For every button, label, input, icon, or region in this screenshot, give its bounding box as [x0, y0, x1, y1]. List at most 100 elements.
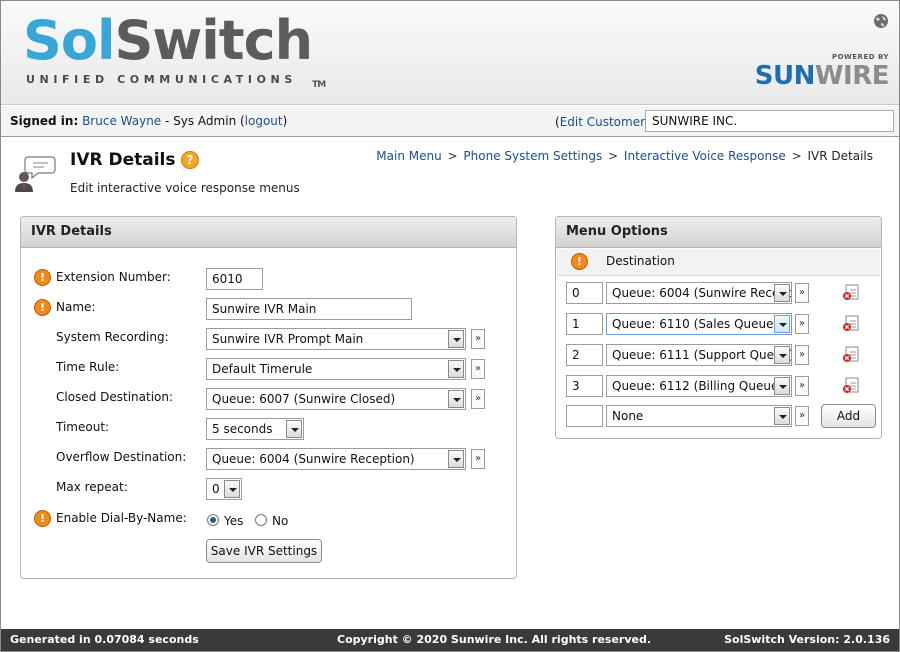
time-rule-select[interactable]: Default Timerule	[206, 358, 466, 380]
timeout-select[interactable]: 5 seconds	[206, 418, 304, 440]
extension-info-icon[interactable]: !	[34, 269, 51, 286]
add-option-button[interactable]: Add	[821, 404, 876, 428]
menu-key-input[interactable]: 2	[566, 344, 603, 366]
time-rule-goto-button[interactable]: »	[471, 359, 485, 379]
save-ivr-settings-button[interactable]: Save IVR Settings	[206, 539, 322, 563]
logo-sol: Sol	[23, 9, 115, 72]
sunwire-logo: SUNWIRE	[754, 61, 890, 91]
extension-input[interactable]: 6010	[206, 268, 263, 290]
breadcrumb: Main Menu > Phone System Settings > Inte…	[376, 149, 873, 163]
name-info-icon[interactable]: !	[34, 299, 51, 316]
menu-destination-select[interactable]: Queue: 6111 (Support Queue)	[606, 344, 792, 366]
ivr-details-panel: IVR Details ! Extension Number: 6010 ! N…	[20, 216, 517, 579]
logo-tm: TM	[312, 80, 326, 90]
system-recording-select[interactable]: Sunwire IVR Prompt Main	[206, 328, 466, 350]
delete-option-icon[interactable]	[842, 283, 860, 301]
new-menu-destination-select[interactable]: None	[606, 405, 792, 427]
chevron-down-icon[interactable]	[448, 390, 464, 408]
destination-info-icon[interactable]: !	[571, 253, 588, 270]
menu-destination-goto-button[interactable]: »	[795, 376, 809, 396]
overflow-destination-goto-button[interactable]: »	[471, 449, 485, 469]
page-title: IVR Details	[70, 150, 176, 170]
system-recording-label: System Recording:	[56, 330, 169, 344]
menu-destination-goto-button[interactable]: »	[795, 283, 809, 303]
menu-key-input[interactable]: 0	[566, 282, 603, 304]
chevron-down-icon[interactable]	[448, 360, 464, 378]
system-recording-goto-button[interactable]: »	[471, 329, 485, 349]
signed-in-label: Signed in:	[10, 114, 79, 128]
menu-destination-value: Queue: 6112 (Billing Queue)	[612, 379, 784, 393]
chevron-down-icon[interactable]	[286, 420, 302, 438]
chevron-down-icon[interactable]	[448, 450, 464, 468]
breadcrumb-interactive-voice-response[interactable]: Interactive Voice Response	[624, 149, 786, 163]
globe-icon[interactable]	[873, 13, 889, 29]
menu-destination-select[interactable]: Queue: 6004 (Sunwire Reception)	[606, 282, 792, 304]
chevron-down-icon[interactable]	[448, 330, 464, 348]
menu-destination-select[interactable]: Queue: 6110 (Sales Queue)	[606, 313, 792, 335]
name-input[interactable]: Sunwire IVR Main	[206, 298, 412, 320]
max-repeat-value: 0	[212, 482, 220, 496]
closed-destination-goto-button[interactable]: »	[471, 389, 485, 409]
menu-options-header-row: ! Destination	[557, 249, 880, 276]
delete-option-icon[interactable]	[842, 314, 860, 332]
menu-destination-select[interactable]: Queue: 6112 (Billing Queue)	[606, 375, 792, 397]
user-role: - Sys Admin (	[161, 114, 245, 128]
menu-destination-value: Queue: 6111 (Support Queue)	[612, 348, 792, 362]
overflow-destination-select[interactable]: Queue: 6004 (Sunwire Reception)	[206, 448, 466, 470]
help-icon[interactable]: ?	[181, 151, 199, 169]
sunwire-sun: SUN	[754, 61, 816, 91]
time-rule-label: Time Rule:	[56, 360, 120, 374]
dial-by-name-yes-radio[interactable]	[207, 514, 219, 526]
timeout-value: 5 seconds	[212, 422, 273, 436]
timeout-label: Timeout:	[56, 420, 110, 434]
chevron-down-icon[interactable]	[774, 346, 790, 364]
menu-key-input[interactable]: 3	[566, 375, 603, 397]
chevron-down-icon[interactable]	[774, 377, 790, 395]
ivr-details-panel-title: IVR Details	[21, 217, 516, 248]
delete-option-icon[interactable]	[842, 376, 860, 394]
menu-key-input[interactable]: 1	[566, 313, 603, 335]
delete-option-icon[interactable]	[842, 345, 860, 363]
breadcrumb-separator: >	[608, 149, 619, 163]
chevron-down-icon[interactable]	[774, 284, 790, 302]
sunwire-wire: WIRE	[814, 61, 890, 91]
menu-options-panel-title: Menu Options	[556, 217, 881, 248]
name-label: Name:	[56, 300, 96, 314]
dial-by-name-no-radio[interactable]	[255, 514, 267, 526]
powered-by-label: POWERED BY	[831, 53, 889, 61]
closed-destination-value: Queue: 6007 (Sunwire Closed)	[212, 392, 396, 406]
edit-customer: (Edit Customer)	[555, 115, 650, 129]
breadcrumb-main-menu[interactable]: Main Menu	[376, 149, 441, 163]
chevron-down-icon[interactable]	[774, 315, 790, 333]
menu-destination-goto-button[interactable]: »	[795, 345, 809, 365]
menu-destination-value: Queue: 6110 (Sales Queue)	[612, 317, 779, 331]
new-menu-key-input[interactable]	[566, 405, 603, 427]
breadcrumb-separator: >	[791, 149, 802, 163]
breadcrumb-current: IVR Details	[807, 149, 873, 163]
dial-by-name-info-icon[interactable]: !	[34, 510, 51, 527]
footer-bar: Generated in 0.07084 seconds Copyright ©…	[1, 629, 899, 651]
edit-customer-link[interactable]: Edit Customer	[560, 115, 645, 129]
max-repeat-select[interactable]: 0	[206, 478, 242, 500]
dial-by-name-yes-label[interactable]: Yes	[224, 514, 243, 528]
chevron-down-icon[interactable]	[224, 480, 240, 498]
dial-by-name-label: Enable Dial-By-Name:	[56, 511, 187, 525]
logo-switch: Switch	[114, 9, 314, 72]
chevron-down-icon[interactable]	[774, 407, 790, 425]
extension-label: Extension Number:	[56, 270, 171, 284]
overflow-destination-label: Overflow Destination:	[56, 450, 187, 464]
breadcrumb-separator: >	[447, 149, 458, 163]
closed-destination-select[interactable]: Queue: 6007 (Sunwire Closed)	[206, 388, 466, 410]
dial-by-name-no-label[interactable]: No	[272, 514, 288, 528]
max-repeat-label: Max repeat:	[56, 480, 128, 494]
breadcrumb-phone-system-settings[interactable]: Phone System Settings	[463, 149, 602, 163]
menu-options-panel: Menu Options ! Destination 0 Queue: 6004…	[555, 216, 882, 439]
overflow-destination-value: Queue: 6004 (Sunwire Reception)	[212, 452, 415, 466]
menu-destination-goto-button[interactable]: »	[795, 314, 809, 334]
solswitch-logo[interactable]: SolSwitch TM UNIFIED COMMUNICATIONS	[23, 9, 326, 91]
logout-link[interactable]: logout	[245, 114, 283, 128]
new-menu-destination-goto-button[interactable]: »	[795, 406, 809, 426]
time-rule-value: Default Timerule	[212, 362, 313, 376]
user-name-link[interactable]: Bruce Wayne	[82, 114, 161, 128]
customer-field[interactable]: SUNWIRE INC.	[645, 110, 894, 132]
